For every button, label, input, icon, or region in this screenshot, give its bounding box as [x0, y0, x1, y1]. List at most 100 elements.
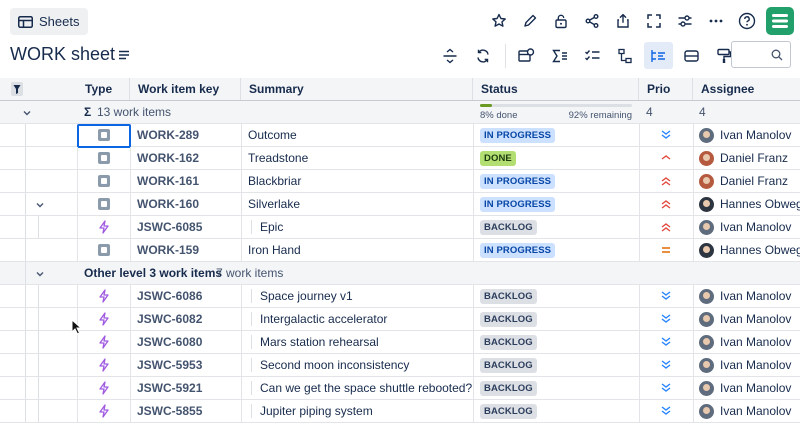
- chevron-down-icon[interactable]: [21, 107, 33, 119]
- table-row[interactable]: JSWC-5855 Jupiter piping system BACKLOG Iva…: [0, 400, 800, 423]
- priority-icon[interactable]: [639, 354, 693, 376]
- priority-icon[interactable]: [639, 216, 693, 238]
- summary-cell[interactable]: Can we get the space shuttle rebooted?: [241, 377, 473, 399]
- sheets-button[interactable]: Sheets: [10, 8, 89, 35]
- structure-icon[interactable]: [644, 42, 673, 69]
- table-row[interactable]: JSWC-6082 Intergalactic accelerator BACKLO…: [0, 308, 800, 331]
- help-icon[interactable]: [731, 7, 762, 35]
- assignee-cell[interactable]: Ivan Manolov: [693, 216, 800, 238]
- summary-cell[interactable]: Space journey v1: [241, 285, 473, 307]
- table-row[interactable]: WORK-289 Outcome IN PROGRESS Ivan Manolov: [0, 124, 800, 148]
- menu-icon[interactable]: [117, 48, 131, 62]
- priority-icon[interactable]: [639, 377, 693, 399]
- status-cell[interactable]: BACKLOG: [473, 331, 639, 353]
- status-cell[interactable]: BACKLOG: [473, 216, 639, 238]
- priority-icon[interactable]: [639, 193, 693, 215]
- search-input[interactable]: [736, 46, 770, 64]
- lock-icon[interactable]: [545, 7, 576, 35]
- table-row[interactable]: WORK-160 Silverlake IN PROGRESS Hannes Obwe…: [0, 193, 800, 216]
- status-cell[interactable]: BACKLOG: [473, 308, 639, 330]
- summary-cell[interactable]: Outcome: [241, 124, 473, 146]
- status-cell[interactable]: IN PROGRESS: [473, 170, 639, 192]
- status-cell[interactable]: IN PROGRESS: [473, 239, 639, 261]
- priority-icon[interactable]: [639, 285, 693, 307]
- assignee-cell[interactable]: Ivan Manolov: [693, 124, 800, 146]
- column-header-type[interactable]: Type: [77, 78, 130, 100]
- transform-icon[interactable]: [677, 42, 706, 69]
- checklist-icon[interactable]: [578, 42, 607, 69]
- status-cell[interactable]: BACKLOG: [473, 400, 639, 422]
- status-cell[interactable]: BACKLOG: [473, 377, 639, 399]
- summary-cell[interactable]: Treadstone: [241, 147, 473, 169]
- priority-icon[interactable]: [639, 124, 693, 146]
- assignee-cell[interactable]: Daniel Franz: [693, 147, 800, 169]
- work-item-key[interactable]: JSWC-5855: [130, 400, 241, 422]
- sum-icon[interactable]: [545, 42, 574, 69]
- work-item-key[interactable]: WORK-161: [130, 170, 241, 192]
- summary-cell[interactable]: Second moon inconsistency: [241, 354, 473, 376]
- settings-sliders-icon[interactable]: [669, 7, 700, 35]
- board-settings-icon[interactable]: [512, 42, 541, 69]
- column-header-assignee[interactable]: Assignee: [693, 78, 800, 100]
- assignee-cell[interactable]: Ivan Manolov: [693, 377, 800, 399]
- summary-cell[interactable]: Mars station rehearsal: [241, 331, 473, 353]
- edit-icon[interactable]: [514, 7, 545, 35]
- table-row[interactable]: WORK-162 Treadstone DONE Daniel Franz: [0, 147, 800, 170]
- row-height-icon[interactable]: [435, 42, 464, 69]
- app-logo[interactable]: [766, 7, 794, 35]
- assignee-cell[interactable]: Daniel Franz: [693, 170, 800, 192]
- status-cell[interactable]: BACKLOG: [473, 354, 639, 376]
- status-cell[interactable]: IN PROGRESS: [473, 124, 639, 146]
- search-box[interactable]: [731, 41, 791, 68]
- summary-cell[interactable]: Blackbriar: [241, 170, 473, 192]
- fullscreen-icon[interactable]: [638, 7, 669, 35]
- work-item-key[interactable]: WORK-159: [130, 239, 241, 261]
- share-icon[interactable]: [576, 7, 607, 35]
- work-item-key[interactable]: JSWC-6082: [130, 308, 241, 330]
- export-icon[interactable]: [607, 7, 638, 35]
- table-row[interactable]: JSWC-6080 Mars station rehearsal BACKLOG Iv…: [0, 331, 800, 354]
- work-item-key[interactable]: WORK-160: [130, 193, 241, 215]
- assignee-cell[interactable]: Hannes Obweg: [693, 239, 800, 261]
- status-cell[interactable]: IN PROGRESS: [473, 193, 639, 215]
- summary-cell[interactable]: Jupiter piping system: [241, 400, 473, 422]
- summary-cell[interactable]: Epic: [241, 216, 473, 238]
- more-icon[interactable]: [700, 7, 731, 35]
- work-item-key[interactable]: JSWC-6085: [130, 216, 241, 238]
- column-header-summary[interactable]: Summary: [241, 78, 473, 100]
- table-row[interactable]: JSWC-5921 Can we get the space shuttle re…: [0, 377, 800, 400]
- summary-cell[interactable]: Silverlake: [241, 193, 473, 215]
- work-item-key[interactable]: JSWC-5921: [130, 377, 241, 399]
- work-item-key[interactable]: JSWC-6080: [130, 331, 241, 353]
- assignee-cell[interactable]: Ivan Manolov: [693, 308, 800, 330]
- assignee-cell[interactable]: Ivan Manolov: [693, 285, 800, 307]
- priority-icon[interactable]: [639, 239, 693, 261]
- assignee-cell[interactable]: Hannes Obweg: [693, 193, 800, 215]
- summary-cell[interactable]: Intergalactic accelerator: [241, 308, 473, 330]
- work-item-key[interactable]: WORK-162: [130, 147, 241, 169]
- column-header-key[interactable]: Work item key: [130, 78, 241, 100]
- priority-icon[interactable]: [639, 170, 693, 192]
- table-row[interactable]: JSWC-5953 Second moon inconsistency BACKLO…: [0, 354, 800, 377]
- table-row[interactable]: JSWC-6085 Epic BACKLOG Ivan Manolov: [0, 216, 800, 239]
- column-header-status[interactable]: Status: [473, 78, 639, 100]
- chevron-down-icon[interactable]: [34, 199, 46, 211]
- summary-cell[interactable]: Iron Hand: [241, 239, 473, 261]
- priority-icon[interactable]: [639, 147, 693, 169]
- work-item-key[interactable]: JSWC-6086: [130, 285, 241, 307]
- table-row[interactable]: WORK-161 Blackbriar IN PROGRESS Daniel Fran…: [0, 170, 800, 193]
- star-icon[interactable]: [483, 7, 514, 35]
- table-row[interactable]: JSWC-6086 Space journey v1 BACKLOG Ivan Man…: [0, 285, 800, 308]
- assignee-cell[interactable]: Ivan Manolov: [693, 354, 800, 376]
- chevron-down-icon[interactable]: [34, 268, 46, 280]
- assignee-cell[interactable]: Ivan Manolov: [693, 331, 800, 353]
- status-cell[interactable]: BACKLOG: [473, 285, 639, 307]
- work-item-key[interactable]: JSWC-5953: [130, 354, 241, 376]
- hierarchy-icon[interactable]: [611, 42, 640, 69]
- work-item-key[interactable]: WORK-289: [130, 124, 241, 146]
- assignee-cell[interactable]: Ivan Manolov: [693, 400, 800, 422]
- status-cell[interactable]: DONE: [473, 147, 639, 169]
- filter-icon[interactable]: [10, 78, 24, 100]
- refresh-icon[interactable]: [468, 42, 497, 69]
- table-row[interactable]: WORK-159 Iron Hand IN PROGRESS Hannes Obweg: [0, 239, 800, 262]
